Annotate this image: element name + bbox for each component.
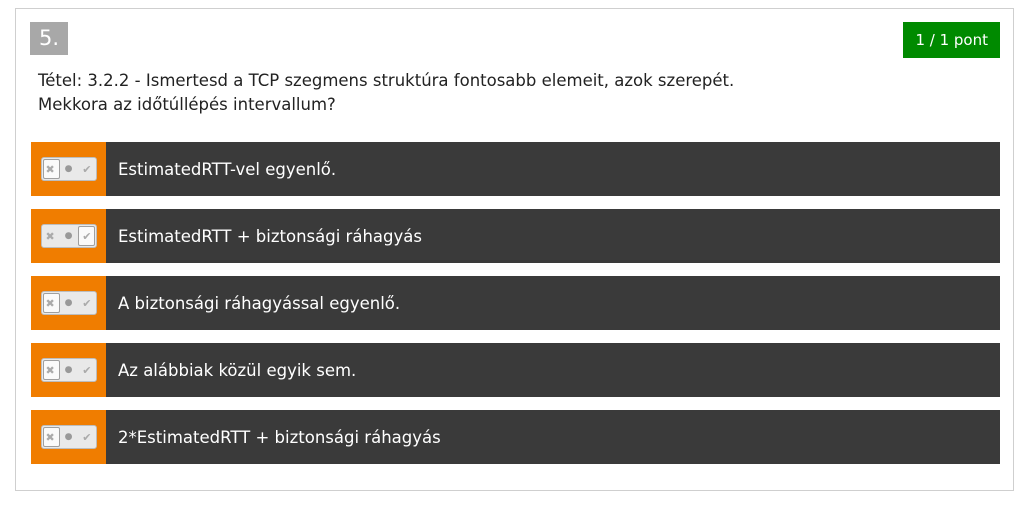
- check-icon: ✔: [82, 363, 92, 377]
- answer-toggle-area: ✖ ● ✔: [31, 209, 106, 263]
- score-badge: 1 / 1 pont: [903, 22, 1000, 58]
- check-icon: ✔: [82, 229, 92, 243]
- question-line-2: Mekkora az időtúllépés intervallum?: [38, 95, 336, 114]
- dot-icon: ●: [64, 231, 73, 241]
- cross-icon: ✖: [45, 430, 55, 444]
- answer-option: ✖ ● ✔ 2*EstimatedRTT + biztonsági ráhagy…: [31, 410, 1000, 464]
- question-text: Tétel: 3.2.2 - Ismertesd a TCP szegmens …: [38, 69, 938, 117]
- question-line-1: Tétel: 3.2.2 - Ismertesd a TCP szegmens …: [38, 71, 735, 90]
- cross-icon: ✖: [45, 296, 55, 310]
- answer-label: EstimatedRTT-vel egyenlő.: [118, 159, 337, 179]
- dot-icon: ●: [64, 432, 73, 442]
- answer-toggle[interactable]: ✖ ● ✔: [40, 425, 97, 449]
- question-number: 5.: [30, 22, 68, 55]
- answer-label: Az alábbiak közül egyik sem.: [118, 360, 357, 380]
- answer-toggle-area: ✖ ● ✔: [31, 276, 106, 330]
- answer-toggle-area: ✖ ● ✔: [31, 343, 106, 397]
- dot-icon: ●: [64, 164, 73, 174]
- cross-icon: ✖: [45, 162, 55, 176]
- answer-toggle[interactable]: ✖ ● ✔: [40, 224, 97, 248]
- check-icon: ✔: [82, 162, 92, 176]
- check-icon: ✔: [82, 430, 92, 444]
- answer-option: ✖ ● ✔ Az alábbiak közül egyik sem.: [31, 343, 1000, 397]
- answer-toggle-area: ✖ ● ✔: [31, 142, 106, 196]
- cross-icon: ✖: [45, 229, 55, 243]
- answer-option: ✖ ● ✔ EstimatedRTT + biztonsági ráhagyás: [31, 209, 1000, 263]
- answer-toggle-area: ✖ ● ✔: [31, 410, 106, 464]
- answer-label: EstimatedRTT + biztonsági ráhagyás: [118, 226, 422, 246]
- answer-list: ✖ ● ✔ EstimatedRTT-vel egyenlő. ✖ ● ✔ Es…: [31, 142, 1000, 477]
- answer-toggle[interactable]: ✖ ● ✔: [40, 358, 97, 382]
- cross-icon: ✖: [45, 363, 55, 377]
- answer-toggle[interactable]: ✖ ● ✔: [40, 291, 97, 315]
- answer-option: ✖ ● ✔ EstimatedRTT-vel egyenlő.: [31, 142, 1000, 196]
- dot-icon: ●: [64, 298, 73, 308]
- check-icon: ✔: [82, 296, 92, 310]
- question-card: 5. 1 / 1 pont Tétel: 3.2.2 - Ismertesd a…: [15, 8, 1014, 491]
- answer-label: A biztonsági ráhagyással egyenlő.: [118, 293, 401, 313]
- answer-label: 2*EstimatedRTT + biztonsági ráhagyás: [118, 427, 441, 447]
- answer-toggle[interactable]: ✖ ● ✔: [40, 157, 97, 181]
- answer-option: ✖ ● ✔ A biztonsági ráhagyással egyenlő.: [31, 276, 1000, 330]
- dot-icon: ●: [64, 365, 73, 375]
